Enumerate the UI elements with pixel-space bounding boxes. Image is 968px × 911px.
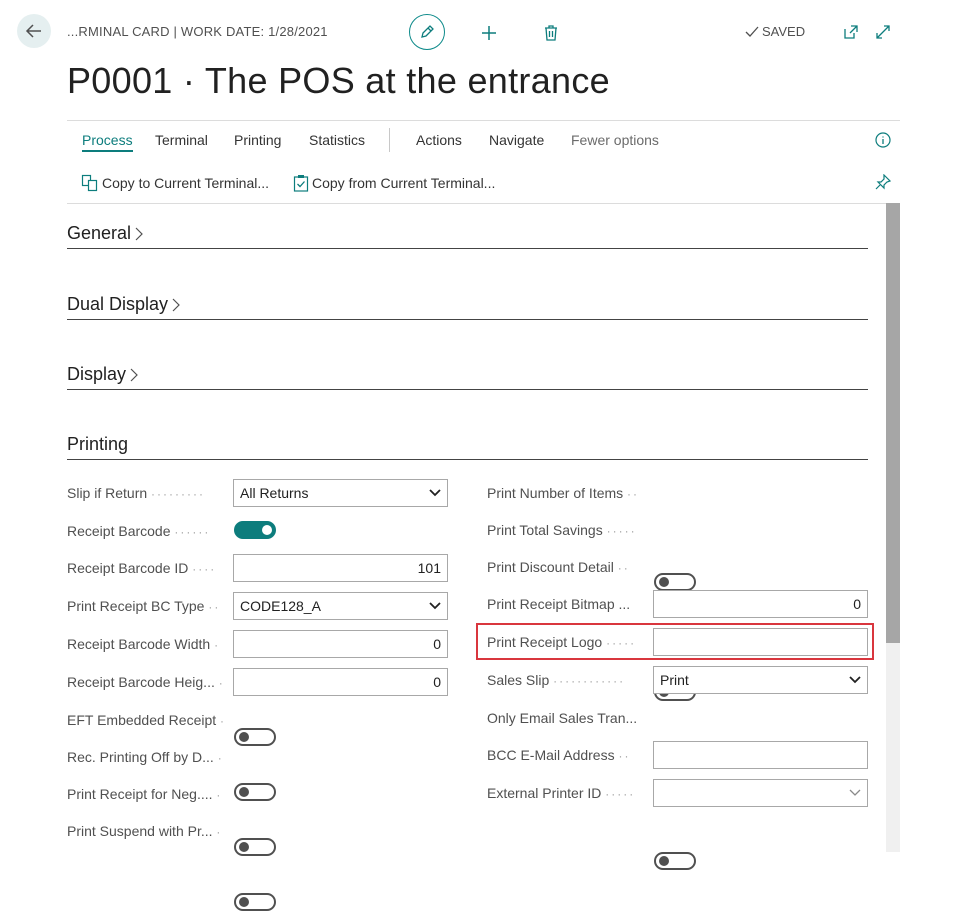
tab-actions[interactable]: Actions [416,132,462,148]
expand-icon [876,25,890,39]
section-divider [67,459,868,460]
receipt-barcode-height-input[interactable]: 0 [233,668,448,696]
expand-button[interactable] [873,22,893,42]
bcc-email-input[interactable] [653,741,868,769]
section-dual-display-header[interactable]: Dual Display [67,294,180,315]
print-number-of-items-toggle[interactable] [654,573,696,591]
edit-button[interactable] [409,14,445,50]
chevron-down-icon [849,789,861,796]
print-suspend-label: Print Suspend with Pr... · [67,823,223,839]
scrollbar-thumb[interactable] [886,203,900,643]
pencil-icon [421,25,434,38]
print-receipt-bc-type-select[interactable]: CODE128_A [233,592,448,620]
tab-process[interactable]: Process [82,132,133,152]
plus-icon [482,26,496,40]
print-discount-detail-label: Print Discount Detail ·· [487,559,630,575]
arrow-left-icon [25,24,41,38]
section-general-header[interactable]: General [67,223,143,244]
page-title: P0001 · The POS at the entrance [67,60,610,101]
chevron-right-icon [172,298,180,311]
copy-from-label: Copy from Current Terminal... [312,175,496,191]
eft-embedded-receipt-label: EFT Embedded Receipt · [67,712,227,728]
chevron-right-icon [130,368,138,381]
open-new-window-button[interactable] [841,22,861,42]
trash-icon [545,25,557,41]
section-dual-display-title: Dual Display [67,294,169,314]
section-display-header[interactable]: Display [67,364,138,385]
tab-navigate[interactable]: Navigate [489,132,544,148]
print-number-of-items-label: Print Number of Items ·· [487,485,640,501]
back-button[interactable] [17,14,51,48]
section-printing-header[interactable]: Printing [67,434,128,455]
bcc-email-label: BCC E-Mail Address ·· [487,747,631,763]
checkmark-icon [745,26,759,37]
eft-embedded-receipt-toggle[interactable] [234,728,276,746]
tab-printing[interactable]: Printing [234,132,281,148]
sales-slip-value: Print [660,672,689,688]
chevron-down-icon [429,489,441,497]
rec-printing-off-label: Rec. Printing Off by D... · [67,749,224,765]
slip-if-return-select[interactable]: All Returns [233,479,448,507]
only-email-sales-label: Only Email Sales Tran... [487,710,638,726]
print-receipt-bitmap-label: Print Receipt Bitmap ... [487,596,631,612]
saved-status: SAVED [745,24,805,39]
chevron-down-icon [429,602,441,610]
print-receipt-bitmap-input[interactable]: 0 [653,590,868,618]
receipt-barcode-id-input[interactable]: 101 [233,554,448,582]
section-divider [67,319,868,320]
only-email-sales-toggle[interactable] [654,852,696,870]
print-receipt-for-neg-toggle[interactable] [234,838,276,856]
fewer-options-button[interactable]: Fewer options [571,132,659,148]
external-printer-id-label: External Printer ID ····· [487,785,636,801]
slip-if-return-value: All Returns [240,485,309,501]
external-printer-id-select[interactable] [653,779,868,807]
divider [67,120,900,121]
section-display-title: Display [67,364,127,384]
tab-terminal[interactable]: Terminal [155,132,208,148]
print-receipt-bc-type-label: Print Receipt BC Type ·· [67,598,221,614]
print-total-savings-label: Print Total Savings ····· [487,522,637,538]
slip-if-return-label: Slip if Return ········· [67,485,206,501]
info-icon [875,132,891,148]
delete-button[interactable] [540,22,562,44]
chevron-down-icon [849,676,861,684]
sales-slip-select[interactable]: Print [653,666,868,694]
section-general-title: General [67,223,132,243]
info-button[interactable] [874,131,892,149]
chevron-right-icon [135,227,143,240]
menu-separator [389,128,390,152]
saved-label: SAVED [762,24,806,39]
section-printing-title: Printing [67,434,129,454]
section-divider [67,248,868,249]
new-button[interactable] [478,22,500,44]
receipt-barcode-width-label: Receipt Barcode Width · [67,636,221,652]
receipt-barcode-id-label: Receipt Barcode ID ···· [67,560,217,576]
breadcrumb: ...RMINAL CARD | WORK DATE: 1/28/2021 [67,24,328,39]
clipboard-check-icon [293,175,309,192]
print-receipt-for-neg-label: Print Receipt for Neg.... · [67,786,223,802]
pin-action-bar-button[interactable] [874,173,892,191]
copy-to-terminal-action[interactable]: Copy to Current Terminal... [81,174,269,192]
copy-icon [81,174,98,192]
receipt-barcode-width-input[interactable]: 0 [233,630,448,658]
copy-to-label: Copy to Current Terminal... [102,175,270,191]
print-receipt-bc-type-value: CODE128_A [240,598,321,614]
pin-icon [875,174,891,190]
open-in-new-icon [844,25,858,39]
receipt-barcode-toggle[interactable] [234,521,276,539]
sales-slip-label: Sales Slip ············ [487,672,626,688]
copy-from-terminal-action[interactable]: Copy from Current Terminal... [293,174,495,192]
receipt-barcode-label: Receipt Barcode ······ [67,523,211,539]
divider [67,203,900,204]
tab-statistics[interactable]: Statistics [309,132,365,148]
rec-printing-off-toggle[interactable] [234,783,276,801]
highlight-box [476,623,874,660]
receipt-barcode-height-label: Receipt Barcode Heig... · [67,674,225,690]
print-suspend-toggle[interactable] [234,893,276,911]
section-divider [67,389,868,390]
